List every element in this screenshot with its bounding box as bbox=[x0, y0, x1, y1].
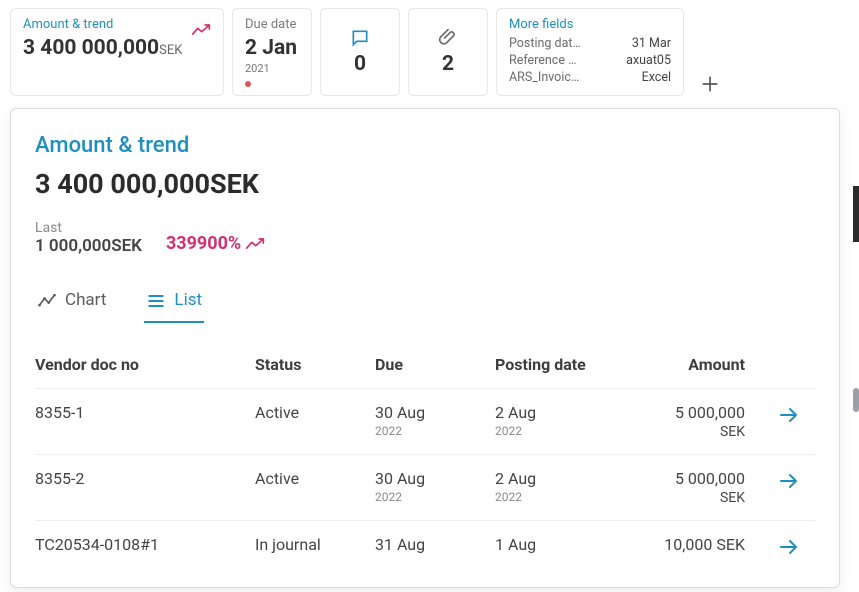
due-date-label: Due date bbox=[245, 17, 299, 32]
last-label: Last bbox=[35, 220, 142, 236]
comments-card[interactable]: 0 bbox=[320, 8, 400, 96]
trend-up-icon bbox=[191, 19, 211, 38]
header-spacer bbox=[745, 355, 805, 374]
cell-posting: 2 Aug 2022 bbox=[495, 403, 635, 438]
more-field-row: Posting dat… 31 Mar bbox=[509, 36, 671, 51]
cell-posting-year: 2022 bbox=[495, 490, 635, 504]
amount-card[interactable]: Amount & trend 3 400 000,000SEK bbox=[10, 8, 224, 96]
plus-icon bbox=[700, 68, 720, 96]
last-unit: SEK bbox=[111, 236, 142, 256]
percent-change-value: 339900% bbox=[166, 233, 241, 254]
header-posting[interactable]: Posting date bbox=[495, 355, 635, 374]
amount-card-label: Amount & trend bbox=[23, 17, 211, 32]
cell-posting-date: 1 Aug bbox=[495, 535, 635, 554]
cell-due-date: 30 Aug bbox=[375, 469, 495, 488]
more-field-value: 31 Mar bbox=[632, 36, 671, 51]
trend-up-icon bbox=[245, 233, 265, 254]
chart-line-icon bbox=[37, 290, 57, 311]
cell-amount: 5 000,000 SEK bbox=[635, 469, 745, 506]
percent-change: 339900% bbox=[166, 233, 265, 254]
due-date-card[interactable]: Due date 2 Jan 2021 bbox=[232, 8, 312, 96]
cell-due: 30 Aug 2022 bbox=[375, 469, 495, 504]
cell-vendor: 8355-1 bbox=[35, 403, 255, 422]
cell-vendor: 8355-2 bbox=[35, 469, 255, 488]
cell-due-year: 2022 bbox=[375, 424, 495, 438]
table-row[interactable]: 8355-1 Active 30 Aug 2022 2 Aug 2022 5 0… bbox=[35, 388, 815, 454]
attachments-count: 2 bbox=[442, 52, 454, 76]
cell-amount-value: 5 000,000 bbox=[675, 403, 745, 422]
attachments-card[interactable]: 2 bbox=[408, 8, 488, 96]
due-date-year: 2021 bbox=[245, 62, 299, 75]
more-field-row: Reference … axuat05 bbox=[509, 53, 671, 68]
cell-vendor: TC20534-0108#1 bbox=[35, 535, 255, 554]
more-field-row: ARS_Invoic… Excel bbox=[509, 70, 671, 85]
comment-icon bbox=[350, 28, 370, 49]
row-open-button[interactable] bbox=[745, 403, 805, 427]
add-card-button[interactable] bbox=[692, 8, 728, 96]
cell-due: 31 Aug bbox=[375, 535, 495, 556]
more-field-key: ARS_Invoic… bbox=[509, 70, 579, 85]
amount-card-value: 3 400 000,000 bbox=[23, 36, 159, 60]
more-field-value: axuat05 bbox=[626, 53, 671, 68]
arrow-right-icon bbox=[777, 403, 801, 427]
cell-posting: 2 Aug 2022 bbox=[495, 469, 635, 504]
comments-count: 0 bbox=[354, 52, 366, 76]
cell-due-year: 2022 bbox=[375, 490, 495, 504]
cell-amount-currency: SEK bbox=[635, 490, 745, 506]
list-icon bbox=[146, 290, 166, 311]
cell-posting-year: 2022 bbox=[495, 424, 635, 438]
cell-amount: 10,000 SEK bbox=[635, 535, 745, 556]
view-tabs: Chart List bbox=[35, 280, 815, 323]
tab-list[interactable]: List bbox=[144, 280, 204, 323]
table-row[interactable]: 8355-2 Active 30 Aug 2022 2 Aug 2022 5 0… bbox=[35, 454, 815, 520]
last-block: Last 1 000,000SEK bbox=[35, 220, 142, 256]
last-value: 1 000,000 bbox=[35, 236, 111, 256]
overdue-indicator-icon bbox=[245, 81, 251, 87]
cell-due-date: 30 Aug bbox=[375, 403, 495, 422]
cell-status: In journal bbox=[255, 535, 375, 554]
table-row[interactable]: TC20534-0108#1 In journal 31 Aug 1 Aug 1… bbox=[35, 520, 815, 573]
last-row: Last 1 000,000SEK 339900% bbox=[35, 220, 815, 256]
more-field-key: Posting dat… bbox=[509, 36, 581, 51]
invoices-table: Vendor doc no Status Due Posting date Am… bbox=[35, 347, 815, 573]
more-fields-label: More fields bbox=[509, 17, 671, 32]
due-date-value: 2 Jan bbox=[245, 36, 297, 60]
side-accent bbox=[853, 186, 859, 242]
row-open-button[interactable] bbox=[745, 469, 805, 493]
row-open-button[interactable] bbox=[745, 535, 805, 559]
header-status[interactable]: Status bbox=[255, 355, 375, 374]
amount-card-unit: SEK bbox=[159, 43, 182, 58]
cell-posting-date: 2 Aug bbox=[495, 403, 635, 422]
cell-amount-currency: SEK bbox=[635, 424, 745, 440]
summary-cards: Amount & trend 3 400 000,000SEK Due date… bbox=[0, 0, 859, 104]
panel-title: Amount & trend bbox=[35, 133, 815, 158]
table-header: Vendor doc no Status Due Posting date Am… bbox=[35, 347, 815, 388]
cell-status: Active bbox=[255, 469, 375, 488]
paperclip-icon bbox=[438, 28, 458, 49]
header-amount[interactable]: Amount bbox=[635, 355, 745, 374]
arrow-right-icon bbox=[777, 469, 801, 493]
scrollbar-thumb[interactable] bbox=[853, 388, 859, 412]
panel-amount-unit: SEK bbox=[210, 168, 259, 200]
arrow-right-icon bbox=[777, 535, 801, 559]
cell-amount-value: 5 000,000 bbox=[675, 469, 745, 488]
header-vendor[interactable]: Vendor doc no bbox=[35, 355, 255, 374]
tab-chart-label: Chart bbox=[65, 290, 106, 310]
more-field-value: Excel bbox=[642, 70, 671, 85]
cell-status: Active bbox=[255, 403, 375, 422]
cell-posting-date: 2 Aug bbox=[495, 469, 635, 488]
header-due[interactable]: Due bbox=[375, 355, 495, 374]
cell-amount-value: 10,000 SEK bbox=[664, 535, 745, 554]
amount-trend-panel: Amount & trend 3 400 000,000SEK Last 1 0… bbox=[10, 108, 840, 588]
tab-list-label: List bbox=[174, 290, 202, 310]
cell-amount: 5 000,000 SEK bbox=[635, 403, 745, 440]
cell-due-date: 31 Aug bbox=[375, 535, 495, 554]
tab-chart[interactable]: Chart bbox=[35, 280, 108, 323]
panel-amount-value: 3 400 000,000 bbox=[35, 168, 210, 200]
more-fields-card[interactable]: More fields Posting dat… 31 Mar Referenc… bbox=[496, 8, 684, 96]
cell-posting: 1 Aug bbox=[495, 535, 635, 556]
more-field-key: Reference … bbox=[509, 53, 576, 68]
cell-due: 30 Aug 2022 bbox=[375, 403, 495, 438]
